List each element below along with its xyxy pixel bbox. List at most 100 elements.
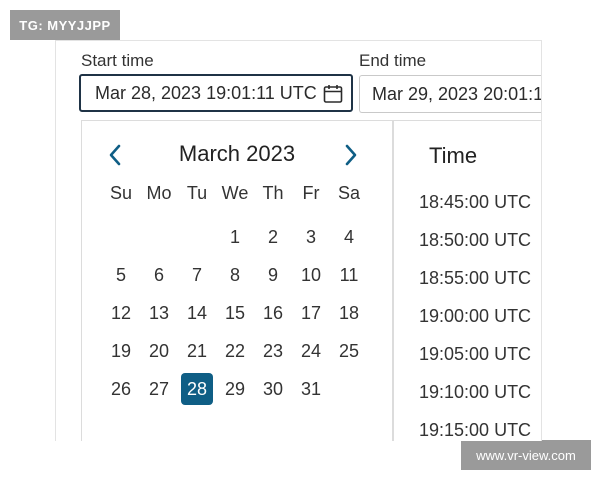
day-cell[interactable]: 23: [254, 332, 292, 370]
weekday-label: Sa: [337, 183, 361, 203]
calendar-icon[interactable]: [323, 84, 343, 104]
day-cell[interactable]: 11: [330, 256, 368, 294]
day-cell[interactable]: 17: [292, 294, 330, 332]
previous-month-button[interactable]: [104, 143, 126, 167]
day-cell[interactable]: 31: [292, 370, 330, 408]
day-cell[interactable]: 1: [216, 218, 254, 256]
time-option[interactable]: 19:00:00 UTC: [419, 305, 531, 343]
day-cell[interactable]: 12: [102, 294, 140, 332]
day-number: 19: [110, 340, 132, 361]
day-cell[interactable]: 8: [216, 256, 254, 294]
day-cell[interactable]: 13: [140, 294, 178, 332]
day-cell[interactable]: 19: [102, 332, 140, 370]
weekday-header: Su Mo Tu We Th Fr Sa: [102, 183, 368, 204]
day-cell-empty: [102, 218, 140, 256]
time-option[interactable]: 19:05:00 UTC: [419, 343, 531, 381]
weekday-label: Fr: [302, 183, 320, 203]
day-number: 12: [110, 302, 132, 323]
time-option[interactable]: 18:45:00 UTC: [419, 191, 531, 229]
day-number: 14: [186, 302, 208, 323]
day-cell[interactable]: 15: [216, 294, 254, 332]
day-cell[interactable]: 25: [330, 332, 368, 370]
day-cell[interactable]: 29: [216, 370, 254, 408]
day-number: 25: [338, 340, 360, 361]
day-number: 21: [186, 340, 208, 361]
day-number: 20: [148, 340, 170, 361]
day-grid: 1 2 3 4 5 6 7 8 9 10 11 12 13 14 15 16 17 18 19 20 21 22 23 24 2…: [102, 218, 368, 408]
day-number: 5: [115, 264, 126, 285]
day-cell[interactable]: 6: [140, 256, 178, 294]
day-cell[interactable]: 14: [178, 294, 216, 332]
chevron-right-icon: [345, 144, 357, 166]
day-number: 26: [110, 378, 132, 399]
weekday-label: We: [221, 183, 249, 203]
time-option[interactable]: 18:55:00 UTC: [419, 267, 531, 305]
watermark-bottom-right: www.vr-view.com: [461, 440, 591, 470]
time-option[interactable]: 19:15:00 UTC: [419, 419, 531, 441]
calendar-popup: March 2023 Su Mo Tu We Th Fr Sa 12345678…: [81, 120, 393, 441]
month-header: March 2023: [82, 141, 392, 169]
day-cell[interactable]: 24: [292, 332, 330, 370]
day-number: 10: [300, 264, 322, 285]
time-list: 18:45:00 UTC 18:50:00 UTC 18:55:00 UTC 1…: [419, 191, 531, 441]
weekday-label: Su: [109, 183, 133, 203]
time-list-panel: Time 18:45:00 UTC 18:50:00 UTC 18:55:00 …: [393, 120, 541, 441]
day-number: 31: [300, 378, 322, 399]
day-number: 24: [300, 340, 322, 361]
end-time-value: Mar 29, 2023 20:01:1: [372, 83, 542, 104]
day-cell-selected[interactable]: 28: [178, 370, 216, 408]
day-cell[interactable]: 27: [140, 370, 178, 408]
next-month-button[interactable]: [340, 143, 362, 167]
day-number: 23: [262, 340, 284, 361]
time-column-title: Time: [429, 143, 478, 168]
day-cell[interactable]: 21: [178, 332, 216, 370]
day-cell-empty: [140, 218, 178, 256]
watermark-top-left: TG: MYYJJPP: [10, 10, 120, 40]
day-cell[interactable]: 30: [254, 370, 292, 408]
day-cell[interactable]: 10: [292, 256, 330, 294]
day-number: 15: [224, 302, 246, 323]
start-time-label: Start time: [81, 51, 154, 70]
start-time-value: Mar 28, 2023 19:01:11 UTC: [95, 82, 317, 103]
day-cell[interactable]: 20: [140, 332, 178, 370]
day-number: 1: [229, 226, 240, 247]
day-number: 29: [224, 378, 246, 399]
day-cell[interactable]: 16: [254, 294, 292, 332]
day-cell[interactable]: 18: [330, 294, 368, 332]
day-number: 28: [181, 373, 213, 405]
day-cell-empty: [178, 218, 216, 256]
day-number: 11: [339, 264, 359, 285]
time-option[interactable]: 19:10:00 UTC: [419, 381, 531, 419]
time-option[interactable]: 18:50:00 UTC: [419, 229, 531, 267]
day-number: 9: [267, 264, 278, 285]
day-cell[interactable]: 7: [178, 256, 216, 294]
day-cell[interactable]: 2: [254, 218, 292, 256]
weekday-label: Tu: [186, 183, 208, 203]
day-cell[interactable]: 4: [330, 218, 368, 256]
day-cell[interactable]: 5: [102, 256, 140, 294]
day-number: 13: [148, 302, 170, 323]
day-number: 7: [191, 264, 202, 285]
day-number: 6: [153, 264, 164, 285]
day-cell[interactable]: 26: [102, 370, 140, 408]
end-time-input[interactable]: Mar 29, 2023 20:01:1: [359, 75, 542, 113]
weekday-label: Th: [262, 183, 284, 203]
day-number: 17: [300, 302, 322, 323]
day-number: 3: [305, 226, 316, 247]
day-number: 4: [343, 226, 354, 247]
end-time-label: End time: [359, 51, 427, 70]
day-number: 2: [267, 226, 278, 247]
day-cell[interactable]: 9: [254, 256, 292, 294]
day-number: 8: [229, 264, 240, 285]
day-number: 27: [148, 378, 170, 399]
day-number: 16: [262, 302, 284, 323]
day-number: 22: [224, 340, 246, 361]
weekday-label: Mo: [146, 183, 172, 203]
start-time-input[interactable]: Mar 28, 2023 19:01:11 UTC: [79, 74, 353, 112]
chevron-left-icon: [109, 144, 121, 166]
day-number: 30: [262, 378, 284, 399]
day-cell[interactable]: 3: [292, 218, 330, 256]
date-range-picker: Start time End time Mar 28, 2023 19:01:1…: [55, 40, 542, 441]
day-number: 18: [338, 302, 360, 323]
day-cell[interactable]: 22: [216, 332, 254, 370]
